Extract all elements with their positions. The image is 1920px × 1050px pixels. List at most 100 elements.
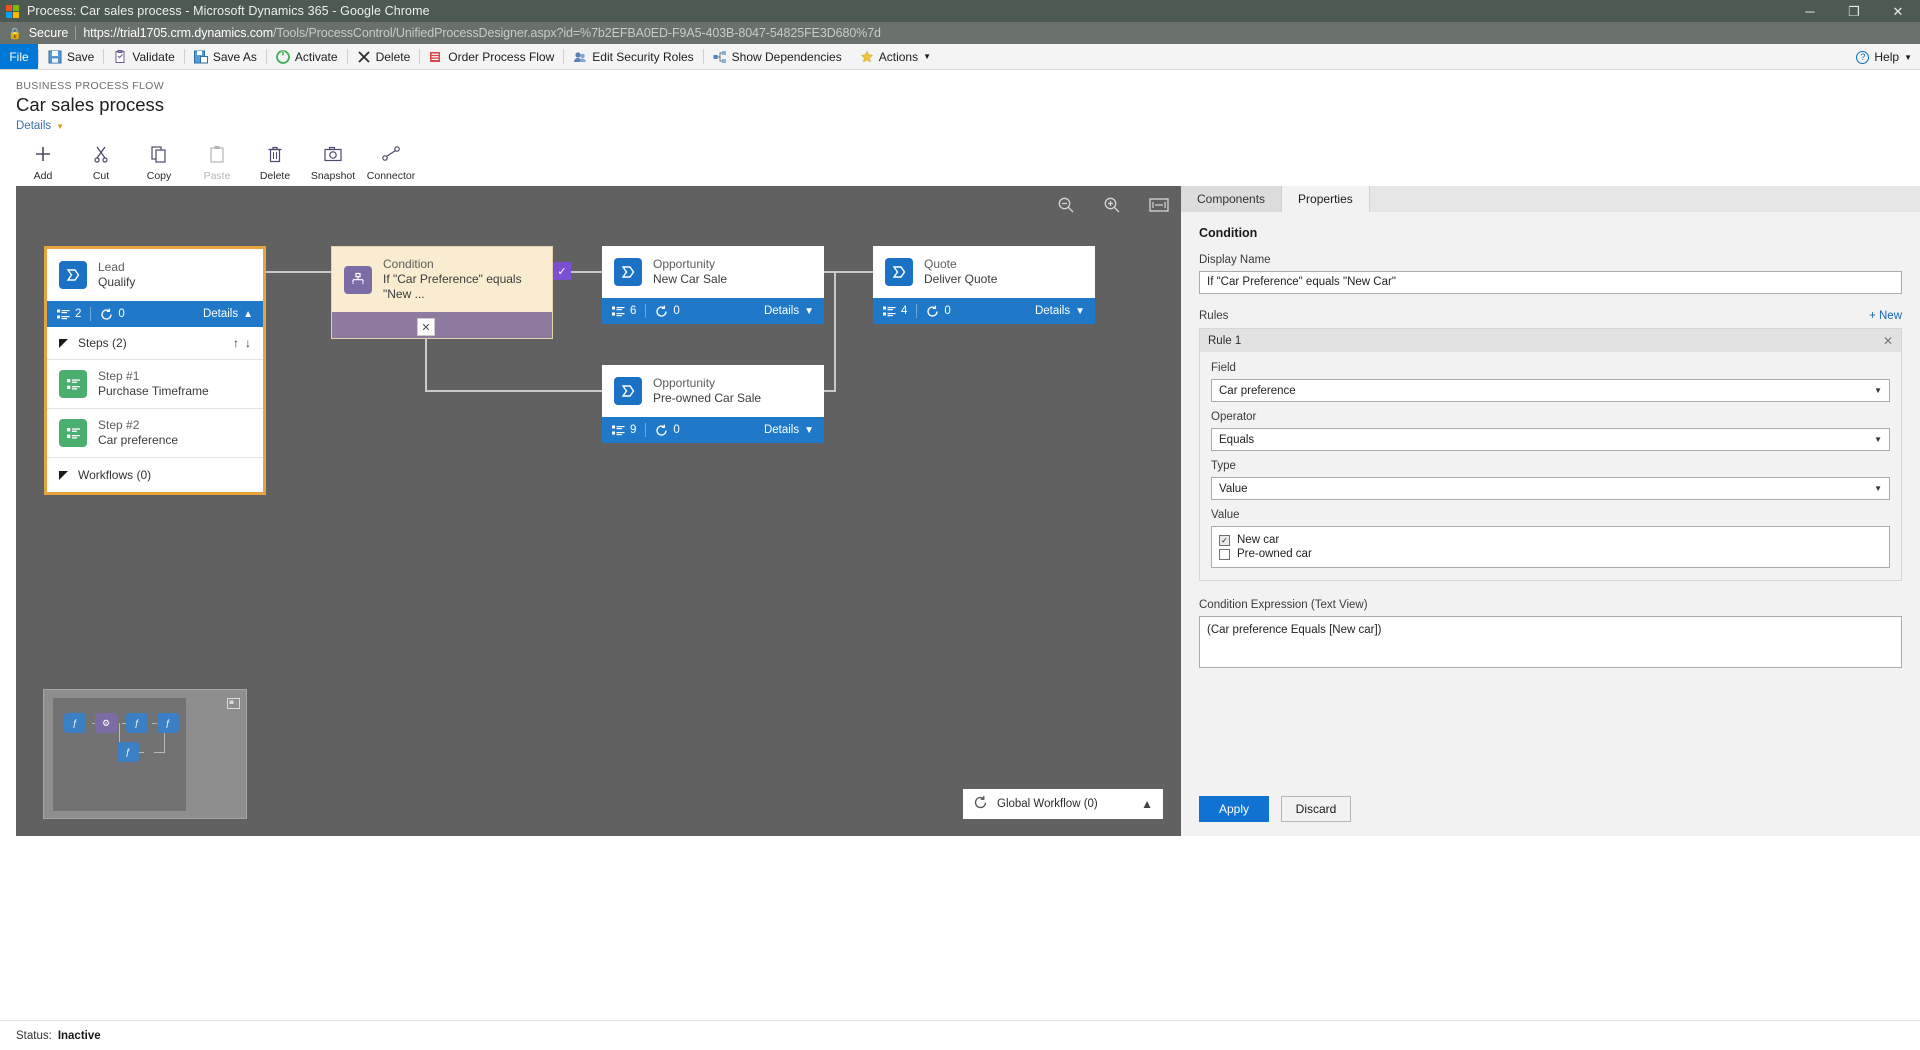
condition-true-badge[interactable]: ✓ — [553, 262, 571, 280]
details-label: Details — [764, 305, 799, 317]
condition-node[interactable]: Condition If "Car Preference" equals "Ne… — [331, 246, 553, 339]
steps-icon — [57, 309, 70, 320]
minimize-button[interactable]: ─ — [1788, 0, 1832, 22]
rule-header[interactable]: Rule 1 ✕ — [1200, 329, 1901, 352]
show-dependencies-button[interactable]: Show Dependencies — [704, 44, 851, 70]
workflows-section-header[interactable]: Workflows (0) — [47, 457, 263, 492]
stage-node-lead[interactable]: Lead Qualify 2 0 Details — [44, 246, 266, 495]
workflows-header-label: Workflows (0) — [78, 468, 151, 482]
global-workflow-bar[interactable]: Global Workflow (0) ▲ — [963, 789, 1163, 819]
tab-components[interactable]: Components — [1181, 186, 1282, 212]
workflow-count: 0 — [944, 305, 950, 317]
stage-summary-bar[interactable]: 6 0 Details ▼ — [602, 298, 824, 324]
connector-preowned-to-quote — [822, 390, 836, 392]
delete-button[interactable]: Delete — [348, 44, 420, 70]
connector-tool[interactable]: Connector — [362, 140, 420, 182]
steps-count-group: 4 — [883, 305, 907, 317]
stage-card[interactable]: Lead Qualify 2 0 Details — [44, 246, 266, 495]
cut-tool[interactable]: Cut — [72, 140, 130, 182]
validate-button[interactable]: Validate — [104, 44, 183, 70]
stage-details-toggle[interactable]: Details ▼ — [764, 305, 814, 317]
move-up-icon[interactable]: ↑ — [233, 336, 239, 350]
checkbox-unchecked-icon[interactable] — [1219, 549, 1230, 560]
details-toggle[interactable]: Details ▼ — [16, 120, 64, 132]
stage-details-toggle[interactable]: Details ▼ — [1035, 305, 1085, 317]
delete-label: Delete — [260, 170, 290, 182]
order-process-flow-button[interactable]: Order Process Flow — [420, 44, 563, 70]
workflow-icon — [655, 424, 668, 437]
stage-summary-bar[interactable]: 9 0 Details ▼ — [602, 417, 824, 443]
process-canvas[interactable]: Lead Qualify 2 0 Details — [16, 186, 1181, 836]
field-select[interactable]: Car preference ▼ — [1211, 379, 1890, 402]
value-option-row[interactable]: Pre-owned car — [1219, 547, 1882, 561]
add-tool[interactable]: Add — [14, 140, 72, 182]
divider — [90, 307, 91, 321]
zoom-out-icon[interactable] — [1057, 196, 1075, 219]
stage-node-opportunity-preowned[interactable]: Opportunity Pre-owned Car Sale 9 0 — [602, 365, 824, 443]
move-down-icon[interactable]: ↓ — [245, 336, 251, 350]
value-options-list[interactable]: ✓ New car Pre-owned car — [1211, 526, 1890, 568]
chevron-up-icon[interactable]: ▲ — [1141, 797, 1153, 811]
step-item[interactable]: Step #1 Purchase Timeframe — [47, 359, 263, 408]
zoom-in-icon[interactable] — [1103, 196, 1121, 219]
steps-icon — [612, 306, 625, 317]
workflow-count-group: 0 — [100, 308, 124, 321]
activate-button[interactable]: Activate — [267, 44, 347, 70]
stage-card[interactable]: Opportunity New Car Sale 6 0 De — [602, 246, 824, 324]
stage-details-toggle[interactable]: Details ▼ — [764, 424, 814, 436]
minimap-expand-icon[interactable] — [227, 696, 240, 714]
workflow-count: 0 — [673, 305, 679, 317]
stage-summary-bar[interactable]: 4 0 Details ▼ — [873, 298, 1095, 324]
condition-card[interactable]: Condition If "Car Preference" equals "Ne… — [331, 246, 553, 339]
discard-button[interactable]: Discard — [1281, 796, 1351, 822]
condition-false-badge[interactable]: ✕ — [417, 318, 435, 336]
apply-button[interactable]: Apply — [1199, 796, 1269, 822]
command-items: Save Validate Save As Activate — [38, 44, 940, 69]
browser-address-bar[interactable]: 🔒 Secure https://trial1705.crm.dynamics.… — [0, 22, 1920, 44]
fit-to-screen-icon[interactable] — [1149, 197, 1169, 218]
copy-tool[interactable]: Copy — [130, 140, 188, 182]
field-group: Field Car preference ▼ — [1211, 362, 1890, 402]
paste-tool[interactable]: Paste — [188, 140, 246, 182]
step-item[interactable]: Step #2 Car preference — [47, 408, 263, 457]
save-as-button[interactable]: Save As — [185, 44, 266, 70]
address-url[interactable]: https://trial1705.crm.dynamics.com/Tools… — [83, 26, 881, 40]
display-name-input[interactable]: If "Car Preference" equals "New Car" — [1199, 271, 1902, 294]
stage-name: Pre-owned Car Sale — [653, 391, 761, 406]
checkbox-checked-icon[interactable]: ✓ — [1219, 535, 1230, 546]
remove-rule-icon[interactable]: ✕ — [1883, 334, 1893, 348]
actions-menu-button[interactable]: Actions ▼ — [851, 44, 940, 70]
stage-node-opportunity-new[interactable]: Opportunity New Car Sale 6 0 De — [602, 246, 824, 324]
type-select[interactable]: Value ▼ — [1211, 477, 1890, 500]
operator-select[interactable]: Equals ▼ — [1211, 428, 1890, 451]
file-menu-button[interactable]: File — [0, 44, 38, 69]
stage-card[interactable]: Opportunity Pre-owned Car Sale 9 0 — [602, 365, 824, 443]
expression-textarea[interactable]: (Car preference Equals [New car]) — [1199, 616, 1902, 668]
maximize-button[interactable]: ❐ — [1832, 0, 1876, 22]
snapshot-tool[interactable]: Snapshot — [304, 140, 362, 182]
save-button[interactable]: Save — [39, 44, 103, 70]
condition-titles: Condition If "Car Preference" equals "Ne… — [383, 257, 540, 302]
edit-security-roles-button[interactable]: Edit Security Roles — [564, 44, 702, 70]
steps-section-header[interactable]: Steps (2) ↑ ↓ — [47, 327, 263, 359]
stage-details-toggle[interactable]: Details ▲ — [203, 308, 253, 320]
value-option-row[interactable]: ✓ New car — [1219, 533, 1882, 547]
new-rule-button[interactable]: + New — [1869, 310, 1902, 322]
delete-tool[interactable]: Delete — [246, 140, 304, 182]
activate-label: Activate — [295, 50, 338, 64]
type-value: Value — [1219, 483, 1248, 495]
paste-label: Paste — [204, 170, 231, 182]
steps-reorder-controls[interactable]: ↑ ↓ — [233, 336, 251, 350]
show-dependencies-label: Show Dependencies — [732, 50, 842, 64]
snapshot-label: Snapshot — [311, 170, 355, 182]
connector-lead-to-condition — [265, 271, 331, 273]
close-button[interactable]: ✕ — [1876, 0, 1920, 22]
tab-properties[interactable]: Properties — [1282, 186, 1370, 212]
help-button[interactable]: ? Help ▼ — [1856, 44, 1912, 70]
canvas-minimap[interactable]: ƒ ⚙ ƒ ƒ ƒ — [43, 689, 247, 819]
stage-node-quote[interactable]: Quote Deliver Quote 4 0 Details — [873, 246, 1095, 324]
stage-header: Quote Deliver Quote — [873, 246, 1095, 298]
stage-summary-bar[interactable]: 2 0 Details ▲ — [47, 301, 263, 327]
stage-card[interactable]: Quote Deliver Quote 4 0 Details — [873, 246, 1095, 324]
order-process-flow-icon — [429, 50, 443, 64]
